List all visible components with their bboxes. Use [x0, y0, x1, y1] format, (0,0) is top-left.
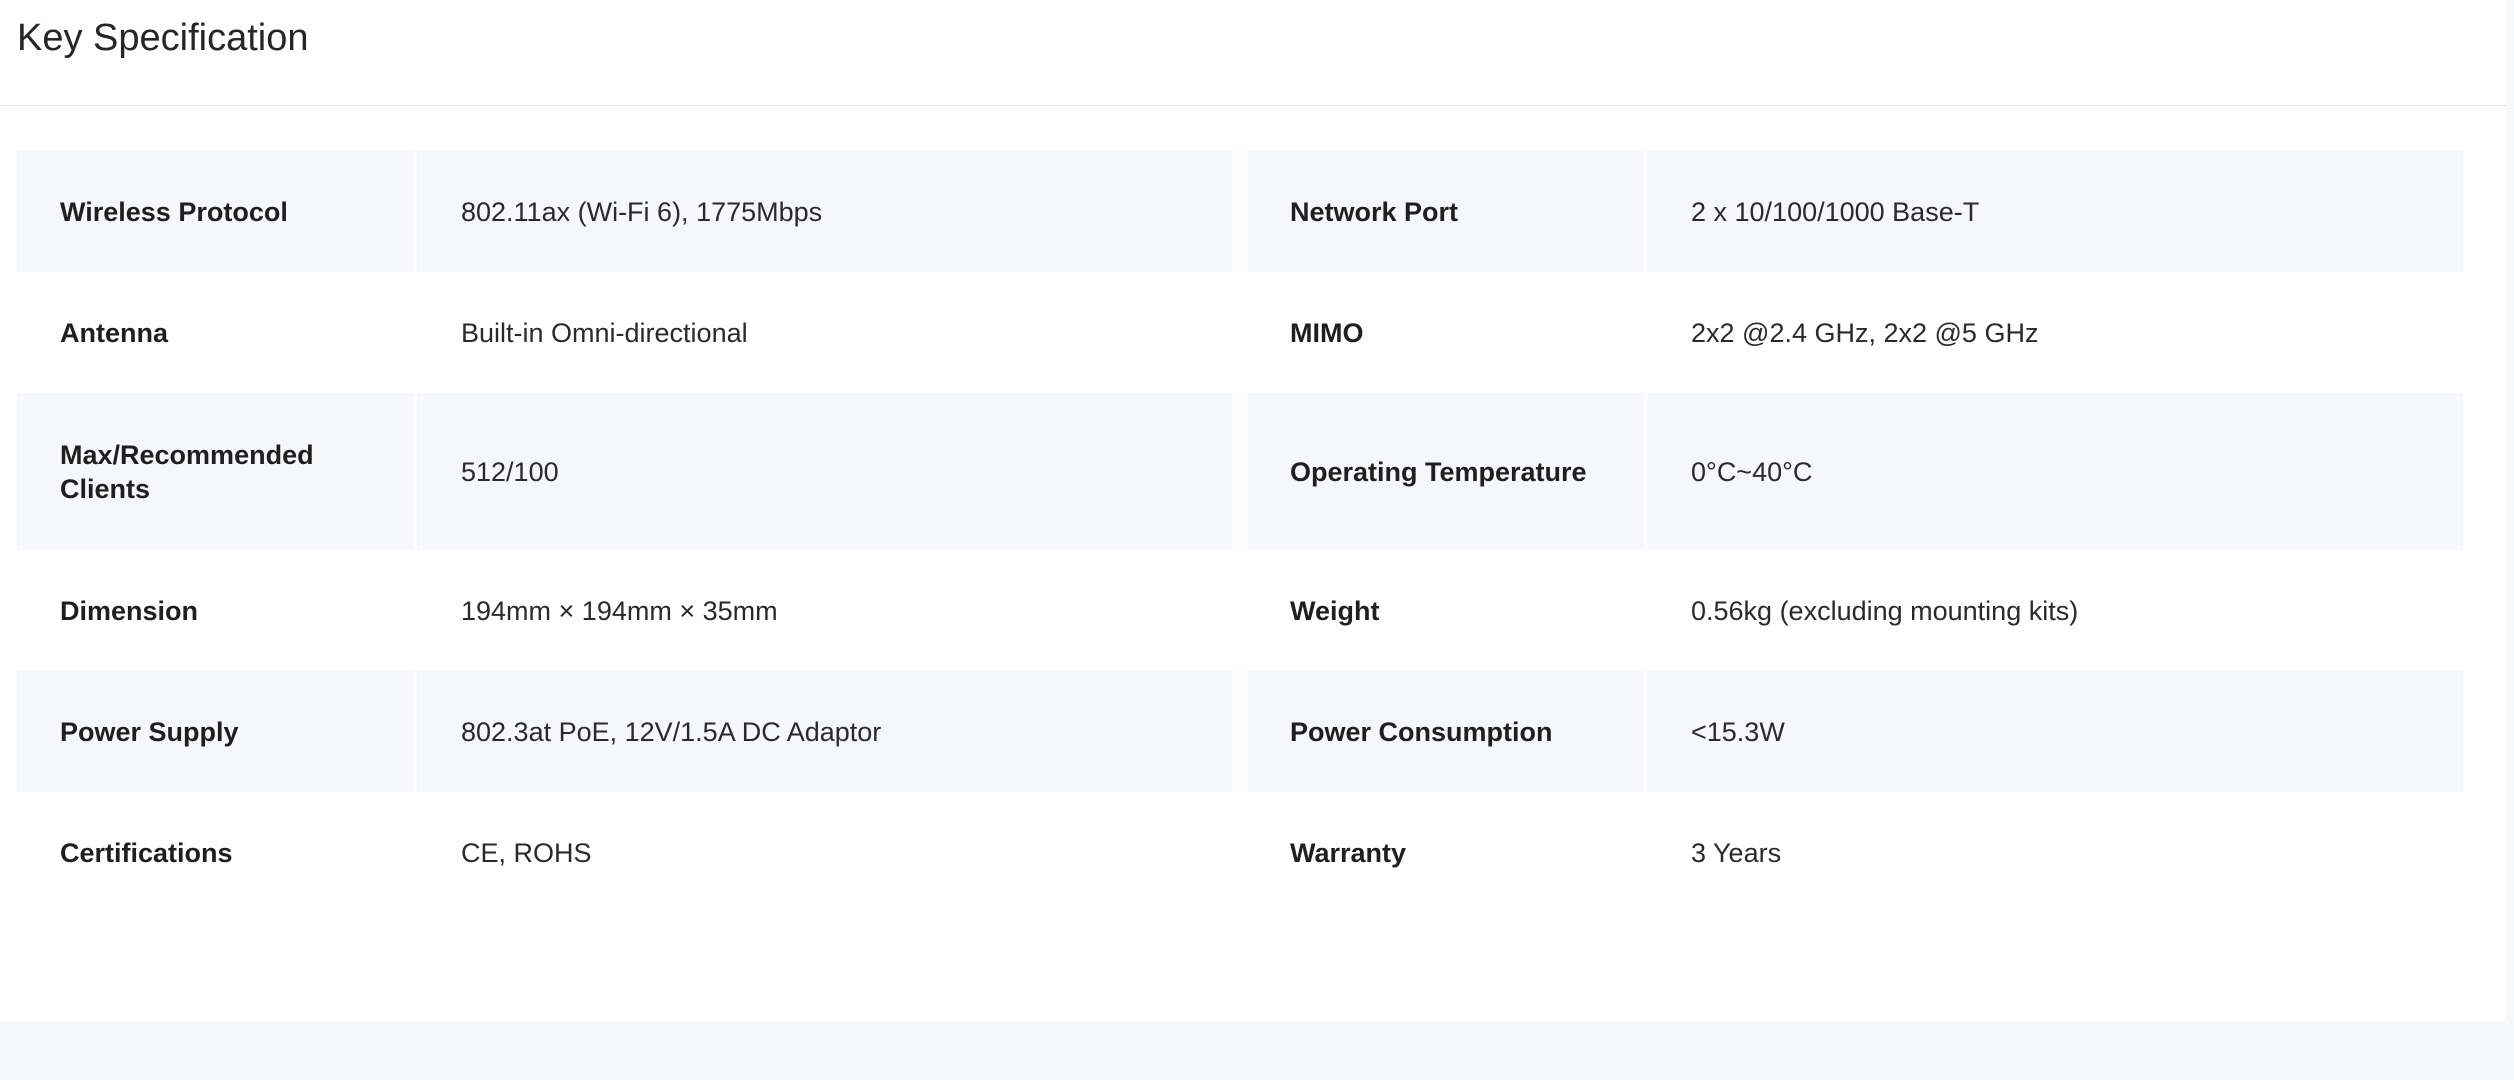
spec-label: Network Port	[1247, 151, 1644, 272]
spec-table: Wireless Protocol 802.11ax (Wi-Fi 6), 17…	[17, 151, 2463, 913]
spec-label: Warranty	[1290, 837, 1407, 868]
spec-label: Power Consumption	[1247, 671, 1644, 792]
spec-row: Max/Recommended Clients 512/100 Operatin…	[17, 393, 2463, 550]
spec-label: Max/Recommended Clients	[17, 393, 414, 550]
spec-label: Certifications	[60, 837, 233, 868]
spec-value: 802.11ax (Wi-Fi 6), 1775Mbps	[417, 151, 1233, 272]
spec-value: 3 Years	[1691, 837, 1782, 868]
spec-row: Dimension 194mm × 194mm × 35mm Weight 0.…	[17, 550, 2463, 671]
spec-label: Antenna	[60, 317, 168, 348]
spec-label: Weight	[1290, 595, 1380, 626]
spec-row: Antenna Built-in Omni-directional MIMO 2…	[17, 272, 2463, 393]
page-title: Key Specification	[17, 17, 309, 59]
spec-value: 802.3at PoE, 12V/1.5A DC Adaptor	[417, 671, 1233, 792]
spec-row: Wireless Protocol 802.11ax (Wi-Fi 6), 17…	[17, 151, 2463, 272]
spec-row: Power Supply 802.3at PoE, 12V/1.5A DC Ad…	[17, 671, 2463, 792]
spec-item-operating-temperature: Operating Temperature 0°C~40°C	[1247, 393, 2463, 550]
spec-item-antenna: Antenna Built-in Omni-directional	[17, 272, 1233, 393]
spec-item-warranty: Warranty 3 Years	[1247, 792, 2463, 913]
spec-item-network-port: Network Port 2 x 10/100/1000 Base-T	[1247, 151, 2463, 272]
spec-item-dimension: Dimension 194mm × 194mm × 35mm	[17, 550, 1233, 671]
key-specification-panel: Key Specification Wireless Protocol 802.…	[0, 0, 2506, 1021]
spec-label: MIMO	[1290, 317, 1364, 348]
spec-row: Certifications CE, ROHS Warranty 3 Years	[17, 792, 2463, 913]
spec-item-wireless-protocol: Wireless Protocol 802.11ax (Wi-Fi 6), 17…	[17, 151, 1233, 272]
spec-value: <15.3W	[1647, 671, 2463, 792]
spec-value: 194mm × 194mm × 35mm	[461, 595, 778, 626]
spec-value: CE, ROHS	[461, 837, 592, 868]
spec-label: Operating Temperature	[1247, 393, 1644, 550]
spec-label: Wireless Protocol	[17, 151, 414, 272]
spec-value: 0.56kg (excluding mounting kits)	[1691, 595, 2079, 626]
spec-value: 2 x 10/100/1000 Base-T	[1647, 151, 2463, 272]
spec-item-mimo: MIMO 2x2 @2.4 GHz, 2x2 @5 GHz	[1247, 272, 2463, 393]
spec-item-weight: Weight 0.56kg (excluding mounting kits)	[1247, 550, 2463, 671]
spec-label: Dimension	[60, 595, 199, 626]
spec-item-power-supply: Power Supply 802.3at PoE, 12V/1.5A DC Ad…	[17, 671, 1233, 792]
spec-value: 2x2 @2.4 GHz, 2x2 @5 GHz	[1691, 317, 2039, 348]
panel-header: Key Specification	[0, 0, 2506, 106]
spec-label: Power Supply	[17, 671, 414, 792]
spec-value: 0°C~40°C	[1647, 393, 2463, 550]
spec-value: Built-in Omni-directional	[461, 317, 748, 348]
spec-item-max-clients: Max/Recommended Clients 512/100	[17, 393, 1233, 550]
spec-item-certifications: Certifications CE, ROHS	[17, 792, 1233, 913]
spec-value: 512/100	[417, 393, 1233, 550]
spec-item-power-consumption: Power Consumption <15.3W	[1247, 671, 2463, 792]
